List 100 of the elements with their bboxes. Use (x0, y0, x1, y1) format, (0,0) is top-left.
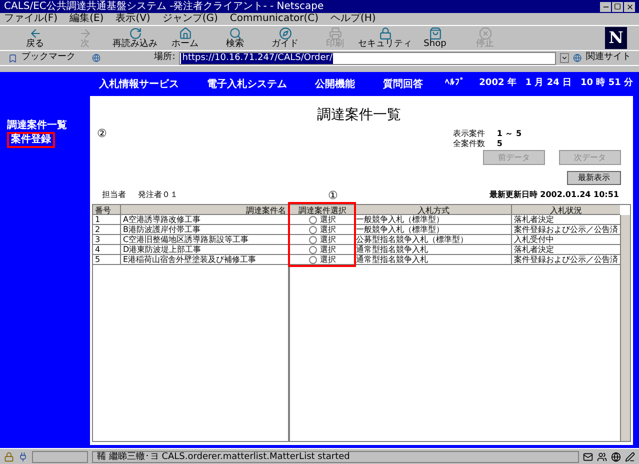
toolbar-button[interactable]: ガイド (262, 27, 308, 49)
date-time: 2002 年 1 月 24 日 10 時 51 分 (479, 77, 633, 90)
radio-button[interactable] (309, 256, 317, 264)
last-updated: 最新更新日時 2002.01.24 10:51 (489, 189, 619, 201)
search-icon (228, 27, 242, 40)
summary-value: 5 (496, 139, 502, 149)
mail-icon (583, 452, 593, 462)
table-cell-text: D港東防波堤上部工事 (122, 245, 202, 254)
column-header: 番号 (93, 205, 121, 214)
nav-link[interactable]: 公開機能 (315, 76, 355, 92)
table-cell-text: 落札者決定 (513, 215, 555, 224)
scrollbar[interactable] (620, 215, 630, 441)
padlock-icon (378, 27, 392, 40)
table-cell-text: 案件登録および公示／公告済 (513, 255, 619, 264)
table-cell-text: A空港誘導路改修工事 (122, 215, 202, 224)
summary-value: 1 ～ 5 (496, 129, 522, 139)
help-link[interactable]: ﾍﾙﾌﾟ (445, 77, 466, 91)
dropdown-icon[interactable] (560, 53, 570, 63)
menu-item[interactable]: 編集(E) (70, 14, 104, 24)
table-cell-text: B港防波護岸付帯工事 (122, 225, 202, 234)
toolbar-button[interactable]: ホーム (162, 27, 208, 49)
owner-label: 担当者 (102, 189, 126, 201)
table-cell-text: 落札者決定 (513, 245, 555, 254)
column-header: 入札方式 (356, 205, 512, 214)
menu-item[interactable]: Communicator(C) (230, 14, 319, 24)
radio-label: 選択 (320, 225, 336, 234)
radio-label: 選択 (320, 255, 336, 264)
refresh-button[interactable]: 最新表示 (567, 171, 621, 185)
home-icon (178, 27, 192, 40)
back-arrow-icon (28, 27, 42, 40)
table-cell: 一般競争入札（標準型） (356, 215, 512, 224)
close-icon (626, 2, 634, 10)
toolbar-button[interactable]: 再読み込み (112, 27, 158, 49)
maximize-button[interactable] (612, 2, 623, 12)
bag-icon (428, 27, 442, 40)
toolbar-button[interactable]: 戻る (12, 27, 58, 49)
table-cell: 3 (93, 235, 121, 244)
table-cell: 5 (93, 255, 121, 264)
pen-icon (625, 452, 635, 462)
table-cell-text: C空港旧整備地区誘導路新設等工事 (122, 235, 250, 244)
compass-icon (278, 27, 292, 40)
padlock-icon (4, 452, 14, 462)
menu-item[interactable]: ヘルプ(H) (330, 14, 376, 24)
column-header: 調達案件選択 (290, 205, 356, 214)
owner-name: 発注者０１ (138, 189, 178, 201)
table-cell: 4 (93, 245, 121, 254)
radio-label: 選択 (320, 235, 336, 244)
page-icon (92, 53, 100, 63)
page-title: 調達案件一覧 (316, 106, 401, 125)
toolbar-button[interactable]: Shop (412, 27, 458, 49)
globe-icon (573, 53, 582, 63)
menu-item[interactable]: ジャンプ(G) (162, 14, 218, 24)
related-sites-button[interactable]: 関連サイト (586, 51, 631, 65)
nav-link[interactable]: 入札情報サービス (99, 76, 179, 92)
sidebar-link[interactable]: 案件登録 (7, 132, 55, 148)
radio-button[interactable] (309, 216, 317, 224)
close-button[interactable] (624, 2, 635, 12)
table-cell: 公募型指名競争入札（標準型） (356, 235, 512, 244)
forward-arrow-icon (78, 27, 92, 40)
radio-label: 選択 (320, 215, 336, 224)
table-cell: 通常型指名競争入札 (356, 245, 512, 254)
location-label: 場所: (154, 51, 176, 64)
table-cell-text: 案件登録および公示／公告済 (513, 225, 619, 234)
printer-icon (328, 27, 342, 40)
highlight-frame (288, 202, 356, 267)
radio-button[interactable] (309, 246, 317, 254)
maximize-icon (614, 3, 621, 10)
nav-link[interactable]: 質問回答 (383, 76, 423, 92)
column-header: 調達案件名 (245, 205, 287, 214)
toolbar-button[interactable]: 検索 (212, 27, 258, 49)
marker-1: ① (328, 190, 338, 201)
minimize-button[interactable] (600, 2, 611, 12)
radio-button[interactable] (309, 226, 317, 234)
status-panel (32, 450, 88, 462)
summary-label: 表示案件 (452, 129, 486, 139)
table-cell: 2 (93, 225, 121, 234)
table-cell-text: E港稲荷山宿舎外壁塗装及び補修工事 (122, 255, 258, 264)
window-title: CALS/EC公共調達共通基盤システム -発注者クライアント- - Netscape (4, 2, 325, 12)
people-icon (597, 452, 607, 462)
bookmark-icon (8, 52, 18, 64)
bookmarks-button[interactable]: ブックマーク (22, 51, 76, 65)
table-cell: 1 (93, 215, 121, 224)
globe-icon (611, 452, 621, 462)
table-cell: 一般競争入札（標準型） (356, 225, 512, 234)
netscape-logo: N (605, 27, 627, 49)
column-header: 入札状況 (549, 205, 583, 214)
menu-item[interactable]: 表示(V) (116, 14, 150, 24)
status-text: 鞴 繼睇三轍･ヨ CALS.orderer.matterlist.MatterList started (92, 450, 579, 462)
radio-button[interactable] (309, 236, 317, 244)
summary-label: 全案件数 (452, 139, 486, 149)
nav-link[interactable]: 電子入札システム (207, 76, 287, 92)
plug-icon (18, 452, 28, 462)
stop-icon (478, 27, 492, 40)
radio-label: 選択 (320, 245, 336, 254)
sidebar-link[interactable]: 調達案件一覧 (7, 120, 90, 132)
menu-item[interactable]: ファイル(F) (4, 14, 58, 24)
marker-2: ② (97, 126, 107, 142)
table-cell-text: 入札受付中 (513, 235, 555, 244)
reload-icon (128, 27, 142, 40)
table-cell: 通常型指名競争入札 (356, 255, 512, 264)
